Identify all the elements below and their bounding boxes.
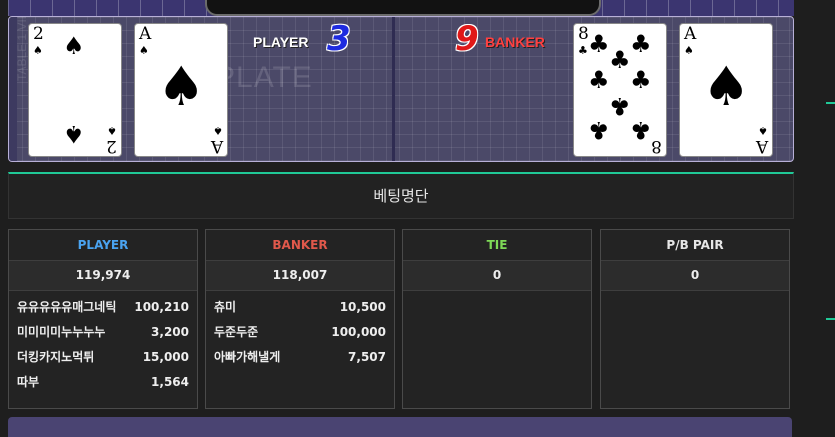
club-icon: ♣ [588,66,610,94]
card-rank: A [755,136,768,156]
column-header: BANKER [206,230,394,261]
club-icon: ♣ [630,116,652,144]
bottom-bar [8,417,792,437]
card-rank: A [139,24,152,44]
club-icon: ♣ [588,116,610,144]
bet-column-pair: P/B PAIR 0 [600,229,790,409]
bet-amount: 10,500 [339,300,386,314]
bet-amount: 1,564 [151,375,189,389]
bet-user: 츄미 [214,300,237,314]
board-divider [392,17,395,161]
betting-list-title: 베팅명단 [8,172,794,219]
bet-column-banker: BANKER 118,007 츄미 10,500 두준두준 100,000 아빠… [205,229,395,409]
banker-card-1: 8 ♣ ♣ ♣ ♣ ♣ ♣ ♣ ♣ ♣ 8 [573,23,667,157]
column-total: 118,007 [206,261,394,291]
bet-user: 따부 [17,375,40,389]
club-icon: ♣ [630,66,652,94]
player-card-2: A ♠ ♠ ♠ A [134,23,228,157]
bet-column-player: PLAYER 119,974 유유유유유매그네틱 100,210 미미미미누누누… [8,229,198,409]
card-rank: A [684,24,697,44]
bet-user: 유유유유유매그네틱 [17,300,117,314]
column-total: 0 [601,261,789,291]
card-rank: 2 [33,24,44,44]
banker-label: BANKER [485,34,545,50]
spade-icon: ♠ [63,32,85,60]
banker-score: 9 [455,19,479,59]
column-header: PLAYER [9,230,197,261]
player-score: 3 [327,19,351,59]
bet-row: 두준두준 100,000 [206,320,394,345]
spade-icon: ♠ [157,55,206,118]
bet-row: 유유유유유매그네틱 100,210 [9,295,197,320]
club-icon: ♣ [609,46,631,74]
player-card-1: 2 ♠ ♠ ♠ ♠ 2 [28,23,122,157]
club-icon: ♣ [578,44,588,57]
side-watermark: TABLE 1 VIEW [15,16,29,81]
spade-icon: ♠ [684,44,694,57]
card-rank: A [210,136,223,156]
spade-icon: ♠ [63,120,85,148]
spade-icon: ♠ [702,55,751,118]
player-label: PLAYER [253,34,309,50]
edge-accent [826,102,835,104]
bet-row: 츄미 10,500 [206,295,394,320]
game-board: TABLE 1 VIEW PLATE 2 ♠ ♠ ♠ ♠ 2 A ♠ ♠ ♠ A… [8,16,794,162]
bet-row: 따부 1,564 [9,370,197,395]
bet-amount: 3,200 [151,325,189,339]
column-header: TIE [403,230,591,261]
bet-user: 더킹카지노먹튀 [17,350,95,364]
bet-amount: 7,507 [348,350,386,364]
bet-row: 아빠가해낼게 7,507 [206,345,394,370]
column-header: P/B PAIR [601,230,789,261]
spade-icon: ♠ [139,44,149,57]
bet-amount: 100,000 [331,325,386,339]
club-icon: ♣ [588,30,610,58]
club-icon: ♣ [630,30,652,58]
edge-accent [826,318,835,320]
bet-row: 미미미미누누누누 3,200 [9,320,197,345]
bet-amount: 15,000 [142,350,189,364]
bet-user: 미미미미누누누누 [17,325,106,339]
bet-row: 더킹카지노먹튀 15,000 [9,345,197,370]
spade-icon: ♠ [33,44,43,57]
table-watermark: PLATE [215,61,313,94]
bet-amount: 100,210 [134,300,189,314]
bet-user: 아빠가해낼게 [214,350,281,364]
card-rank: 2 [106,136,117,156]
club-icon: ♣ [609,92,631,120]
bet-column-tie: TIE 0 [402,229,592,409]
banker-card-2: A ♠ ♠ ♠ A [679,23,773,157]
column-total: 119,974 [9,261,197,291]
bet-user: 두준두준 [214,325,259,339]
title-banner [205,0,601,16]
column-total: 0 [403,261,591,291]
card-rank: 8 [651,136,662,156]
